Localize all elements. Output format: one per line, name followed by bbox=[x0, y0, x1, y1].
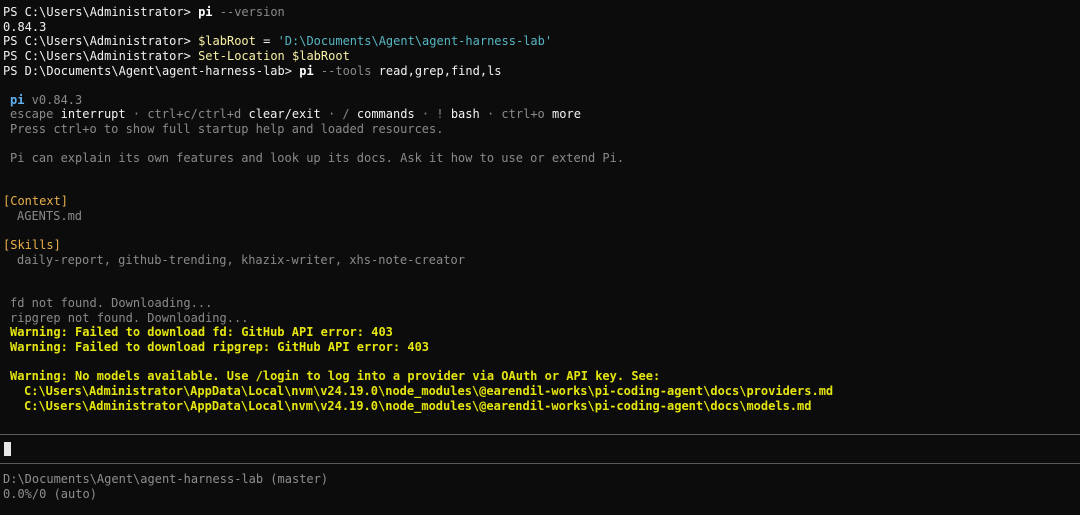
no-models-warning: Warning: No models available. Use /login… bbox=[10, 369, 661, 383]
context-items: AGENTS.md bbox=[17, 209, 83, 223]
providers-doc-path: C:\Users\Administrator\AppData\Local\nvm… bbox=[24, 384, 834, 398]
pi-help-line: Press ctrl+o to show full startup help a… bbox=[10, 122, 444, 136]
ripgrep-download-status: ripgrep not found. Downloading... bbox=[10, 311, 249, 325]
models-doc-path: C:\Users\Administrator\AppData\Local\nvm… bbox=[24, 399, 812, 413]
skills-heading: [Skills] bbox=[3, 238, 61, 252]
footer-context-usage: 0.0%/0 (auto) bbox=[3, 487, 97, 501]
fd-download-status: fd not found. Downloading... bbox=[10, 296, 213, 310]
shell-line-1: PS C:\Users\Administrator> pi --version bbox=[3, 5, 285, 19]
shell-line-2: 0.84.3 bbox=[3, 20, 47, 34]
fd-download-warning: Warning: Failed to download fd: GitHub A… bbox=[10, 325, 393, 339]
shell-line-3: PS C:\Users\Administrator> $labRoot = 'D… bbox=[3, 34, 553, 48]
ripgrep-download-warning: Warning: Failed to download ripgrep: Git… bbox=[10, 340, 430, 354]
skills-items: daily-report, github-trending, khazix-wr… bbox=[17, 253, 465, 267]
prompt-input[interactable] bbox=[0, 435, 1080, 463]
pi-keybindings-line: escape interrupt · ctrl+c/ctrl+d clear/e… bbox=[10, 107, 581, 121]
shell-line-4: PS C:\Users\Administrator> Set-Location … bbox=[3, 49, 350, 63]
pi-intro-line: Pi can explain its own features and look… bbox=[10, 151, 625, 165]
shell-line-5: PS D:\Documents\Agent\agent-harness-lab>… bbox=[3, 64, 502, 78]
footer-cwd-branch: D:\Documents\Agent\agent-harness-lab (ma… bbox=[3, 472, 329, 486]
text-cursor bbox=[4, 442, 11, 456]
pi-logo: pi bbox=[10, 93, 25, 107]
input-bottom-border bbox=[0, 463, 1080, 464]
context-heading: [Context] bbox=[3, 194, 69, 208]
pi-version-line: pi v0.84.3 bbox=[10, 93, 83, 107]
